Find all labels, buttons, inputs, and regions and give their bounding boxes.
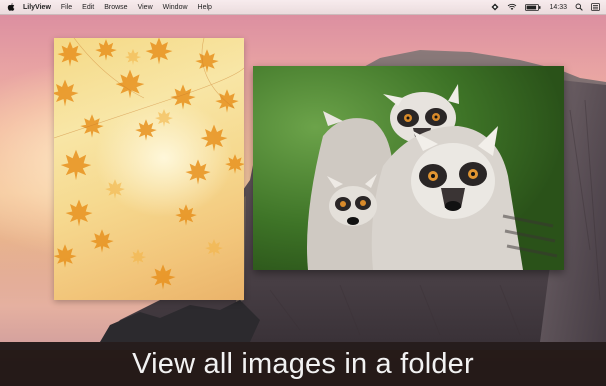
wifi-icon[interactable] [507,3,517,11]
menu-browse[interactable]: Browse [104,4,127,11]
app-menu-lilyview[interactable]: LilyView [23,4,51,11]
caption-text: View all images in a folder [132,347,474,380]
app-status-icon[interactable] [491,3,499,11]
menu-file[interactable]: File [61,4,72,11]
lemur-image[interactable] [253,66,564,270]
leaves-illustration [54,38,244,290]
menu-view[interactable]: View [138,4,153,11]
menu-window[interactable]: Window [163,4,188,11]
menu-bar: LilyView File Edit Browse View Window He… [0,0,606,15]
apple-menu-icon[interactable] [6,2,16,12]
menu-edit[interactable]: Edit [82,4,94,11]
status-area: 14:33 [491,3,600,11]
lemur-illustration [253,66,564,270]
notification-center-icon[interactable] [591,3,600,11]
search-icon[interactable] [575,3,583,11]
menu-help[interactable]: Help [198,4,212,11]
caption-bar: View all images in a folder [0,342,606,386]
leaf-image[interactable] [54,38,244,300]
clock[interactable]: 14:33 [549,4,567,11]
battery-icon[interactable] [525,3,541,11]
